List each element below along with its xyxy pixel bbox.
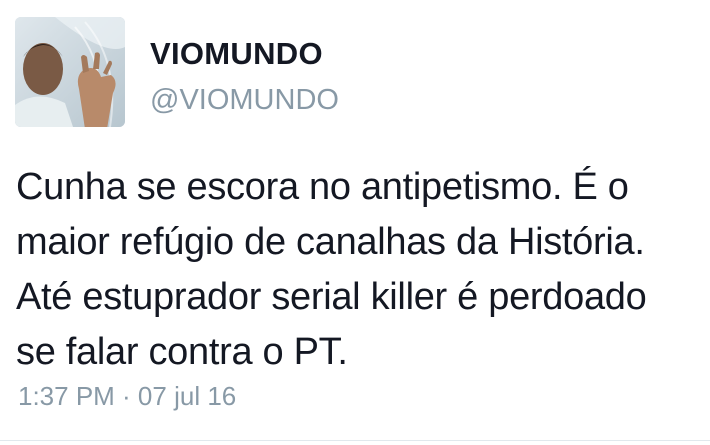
author-handle[interactable]: @VIOMUNDO [150, 84, 339, 117]
author-name[interactable]: VIOMUNDO [150, 36, 323, 72]
avatar[interactable] [15, 17, 125, 127]
tweet-timestamp[interactable]: 1:37 PM · 07 jul 16 [18, 381, 236, 412]
avatar-photo [15, 17, 125, 127]
divider [0, 440, 710, 441]
tweet-text: Cunha se escora no antipetismo. É o maio… [16, 166, 647, 373]
